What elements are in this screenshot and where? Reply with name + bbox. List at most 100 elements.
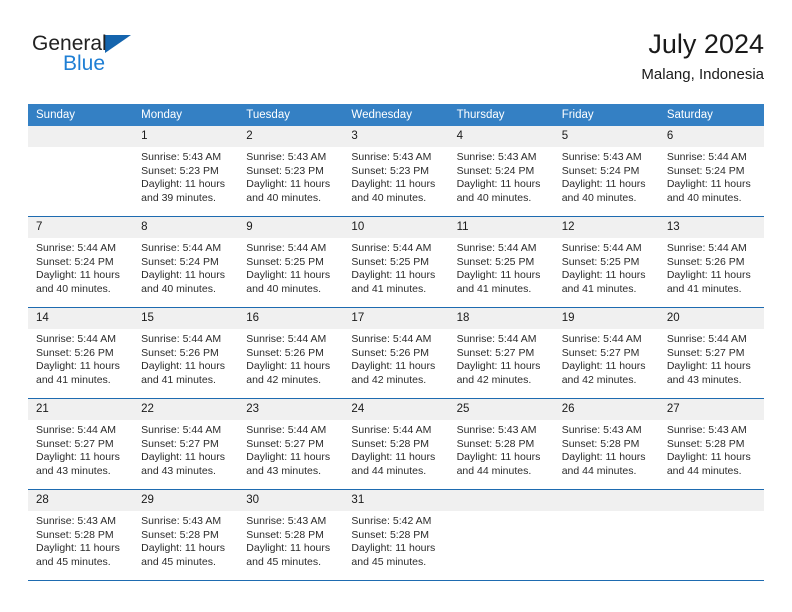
day-daylight1-text: Daylight: 11 hours [456,360,541,373]
day-sunset-text: Sunset: 5:27 PM [246,437,324,450]
day-sun-info: Sunrise: 5:44 AM Sunset: 5:24 PM Daylight:… [28,238,133,296]
day-sunrise-text: Sunrise: 5:43 AM [456,151,537,163]
day-daylight2-text: and 39 minutes. [141,191,216,204]
calendar-day-cell[interactable]: 2 Sunrise: 5:43 AM Sunset: 5:23 PM Daylight… [238,126,344,217]
day-sunrise-text: Sunrise: 5:44 AM [351,242,432,254]
day-daylight1-text: Daylight: 11 hours [351,269,436,282]
brand-logo[interactable]: General Blue [32,32,252,74]
calendar-day-cell[interactable]: 18 Sunrise: 5:44 AM Sunset: 5:27 PM Dayligh… [448,307,554,399]
day-sunrise-text: Sunrise: 5:44 AM [456,333,537,345]
day-daylight1-text: Daylight: 11 hours [141,178,225,191]
calendar-day-cell[interactable]: 31 Sunrise: 5:42 AM Sunset: 5:28 PM Dayligh… [343,489,449,581]
day-sunrise-text: Sunrise: 5:44 AM [351,424,432,436]
day-sunrise-text: Sunrise: 5:43 AM [246,151,327,163]
day-number: 2 [238,126,344,147]
calendar-day-cell[interactable]: 24 Sunrise: 5:44 AM Sunset: 5:28 PM Dayligh… [343,398,449,490]
calendar-day-cell[interactable]: 12 Sunrise: 5:44 AM Sunset: 5:25 PM Dayligh… [553,216,659,308]
day-number: 4 [448,126,554,147]
day-daylight1-text: Daylight: 11 hours [456,269,541,282]
calendar-day-cell[interactable]: 13 Sunrise: 5:44 AM Sunset: 5:26 PM Dayligh… [658,216,764,308]
day-sun-info: Sunrise: 5:44 AM Sunset: 5:26 PM Daylight:… [28,329,133,387]
calendar-day-cell[interactable]: 9 Sunrise: 5:44 AM Sunset: 5:25 PM Daylight… [238,216,344,308]
day-daylight2-text: and 42 minutes. [456,373,532,386]
day-sunrise-text: Sunrise: 5:44 AM [456,242,537,254]
day-number: 8 [133,217,239,238]
calendar-day-cell[interactable]: 21 Sunrise: 5:44 AM Sunset: 5:27 PM Dayligh… [28,398,134,490]
calendar-day-cell[interactable]: 25 Sunrise: 5:43 AM Sunset: 5:28 PM Dayligh… [448,398,554,490]
day-daylight2-text: and 40 minutes. [456,191,532,204]
day-sunrise-text: Sunrise: 5:43 AM [36,515,116,527]
day-daylight2-text: and 41 minutes. [456,282,532,295]
day-sunset-text: Sunset: 5:28 PM [351,528,430,541]
day-sun-info: Sunrise: 5:44 AM Sunset: 5:26 PM Daylight:… [133,329,238,387]
calendar-day-cell[interactable]: 8 Sunrise: 5:44 AM Sunset: 5:24 PM Daylight… [133,216,239,308]
day-sun-info: Sunrise: 5:44 AM Sunset: 5:24 PM Daylight:… [133,238,238,296]
day-sunset-text: Sunset: 5:27 PM [456,346,535,359]
day-sunrise-text: Sunrise: 5:44 AM [351,333,432,345]
calendar-day-cell[interactable]: 7 Sunrise: 5:44 AM Sunset: 5:24 PM Daylight… [28,216,134,308]
day-sunset-text: Sunset: 5:23 PM [246,164,324,177]
calendar-day-cell[interactable]: 23 Sunrise: 5:44 AM Sunset: 5:27 PM Dayligh… [238,398,344,490]
day-number: 23 [238,399,344,420]
day-sun-info: Sunrise: 5:43 AM Sunset: 5:23 PM Daylight:… [343,147,448,205]
calendar-day-cell[interactable]: 14 Sunrise: 5:44 AM Sunset: 5:26 PM Dayligh… [28,307,134,399]
day-daylight1-text: Daylight: 11 hours [456,451,541,464]
day-sunset-text: Sunset: 5:28 PM [666,437,745,450]
day-number: 29 [133,490,239,511]
day-number: 30 [238,490,344,511]
day-sun-info: Sunrise: 5:43 AM Sunset: 5:23 PM Daylight:… [133,147,238,205]
calendar-day-cell[interactable]: 28 Sunrise: 5:43 AM Sunset: 5:28 PM Dayligh… [28,489,134,581]
day-number: 6 [658,126,764,147]
day-sunrise-text: Sunrise: 5:44 AM [246,333,327,345]
calendar-day-cell[interactable]: 29 Sunrise: 5:43 AM Sunset: 5:28 PM Dayligh… [133,489,239,581]
calendar-day-cell[interactable]: 11 Sunrise: 5:44 AM Sunset: 5:25 PM Dayligh… [448,216,554,308]
calendar-page: General Blue July 2024 Malang, Indonesia… [0,0,792,612]
day-sunrise-text: Sunrise: 5:44 AM [561,242,642,254]
day-number: 25 [448,399,554,420]
day-daylight2-text: and 40 minutes. [666,191,742,204]
day-daylight1-text: Daylight: 11 hours [246,269,331,282]
calendar-day-cell[interactable]: 4 Sunrise: 5:43 AM Sunset: 5:24 PM Daylight… [448,126,554,217]
day-sunset-text: Sunset: 5:24 PM [141,255,219,268]
weekday-header-monday: Monday [133,104,239,126]
day-number: 17 [343,308,449,329]
day-sun-info: Sunrise: 5:43 AM Sunset: 5:28 PM Daylight:… [449,420,554,478]
day-daylight1-text: Daylight: 11 hours [36,451,120,464]
calendar-day-cell[interactable]: 15 Sunrise: 5:44 AM Sunset: 5:26 PM Dayligh… [133,307,239,399]
calendar-day-cell[interactable]: 1 Sunrise: 5:43 AM Sunset: 5:23 PM Daylight… [133,126,239,217]
calendar-day-cell[interactable]: 3 Sunrise: 5:43 AM Sunset: 5:23 PM Daylight… [343,126,449,217]
calendar-day-cell[interactable]: 6 Sunrise: 5:44 AM Sunset: 5:24 PM Daylight… [658,126,764,217]
calendar-day-cell[interactable]: 16 Sunrise: 5:44 AM Sunset: 5:26 PM Dayligh… [238,307,344,399]
day-sun-info: Sunrise: 5:44 AM Sunset: 5:27 PM Daylight:… [449,329,554,387]
day-sunset-text: Sunset: 5:24 PM [36,255,114,268]
weekday-header-thursday: Thursday [448,104,554,126]
calendar-day-cell[interactable]: 17 Sunrise: 5:44 AM Sunset: 5:26 PM Dayligh… [343,307,449,399]
day-sunset-text: Sunset: 5:27 PM [141,437,219,450]
calendar-day-cell[interactable]: 10 Sunrise: 5:44 AM Sunset: 5:25 PM Dayligh… [343,216,449,308]
day-sunset-text: Sunset: 5:28 PM [351,437,430,450]
calendar-day-cell[interactable]: 30 Sunrise: 5:43 AM Sunset: 5:28 PM Dayligh… [238,489,344,581]
day-sunset-text: Sunset: 5:24 PM [666,164,745,177]
calendar-day-cell[interactable]: 26 Sunrise: 5:43 AM Sunset: 5:28 PM Dayligh… [553,398,659,490]
day-daylight1-text: Daylight: 11 hours [456,178,541,191]
calendar-day-cell[interactable]: 20 Sunrise: 5:44 AM Sunset: 5:27 PM Dayligh… [658,307,764,399]
day-sun-info: Sunrise: 5:44 AM Sunset: 5:25 PM Daylight:… [554,238,659,296]
calendar-week-row: 7 Sunrise: 5:44 AM Sunset: 5:24 PM Daylight… [28,216,764,308]
calendar-day-cell[interactable]: 19 Sunrise: 5:44 AM Sunset: 5:27 PM Dayligh… [553,307,659,399]
day-daylight2-text: and 42 minutes. [246,373,321,386]
calendar-day-cell[interactable]: 27 Sunrise: 5:43 AM Sunset: 5:28 PM Dayligh… [658,398,764,490]
day-sunrise-text: Sunrise: 5:43 AM [561,424,642,436]
calendar-header-row: Sunday Monday Tuesday Wednesday Thursday Frid… [28,104,764,126]
day-sunrise-text: Sunrise: 5:43 AM [351,151,432,163]
day-daylight1-text: Daylight: 11 hours [36,269,120,282]
calendar-day-cell[interactable]: 22 Sunrise: 5:44 AM Sunset: 5:27 PM Dayligh… [133,398,239,490]
day-daylight1-text: Daylight: 11 hours [666,360,751,373]
day-daylight2-text: and 44 minutes. [561,464,637,477]
day-sunrise-text: Sunrise: 5:43 AM [561,151,642,163]
calendar-day-cell[interactable]: 5 Sunrise: 5:43 AM Sunset: 5:24 PM Daylight… [553,126,659,217]
day-number: 7 [28,217,134,238]
day-daylight2-text: and 41 minutes. [561,282,637,295]
day-sunrise-text: Sunrise: 5:44 AM [561,333,642,345]
day-sun-info: Sunrise: 5:43 AM Sunset: 5:23 PM Daylight:… [238,147,343,205]
day-sun-info: Sunrise: 5:44 AM Sunset: 5:25 PM Daylight:… [343,238,448,296]
